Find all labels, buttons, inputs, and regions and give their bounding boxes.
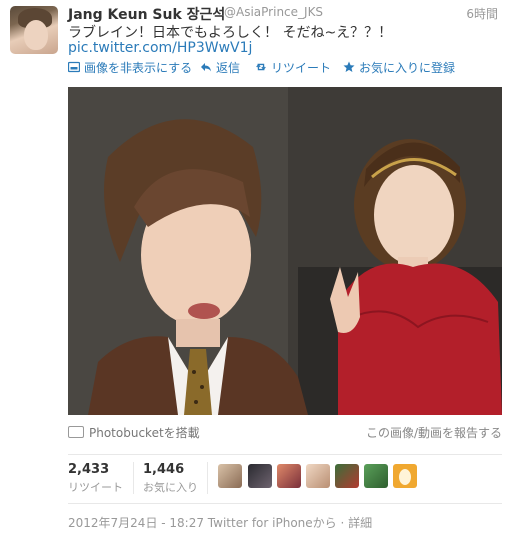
- reply-button[interactable]: 返信: [200, 59, 240, 76]
- tweet-date-source[interactable]: 2012年7月24日 - 18:27 Twitter for iPhoneから: [68, 516, 337, 530]
- reply-icon: [201, 63, 211, 72]
- camera-icon: [68, 426, 84, 438]
- stat-separator: [133, 462, 134, 494]
- favorite-label: お気に入りに登録: [359, 61, 456, 75]
- egg-icon: [399, 469, 411, 485]
- retweeter-avatar-egg[interactable]: [393, 464, 417, 488]
- hide-image-label: 画像を非表示にする: [84, 61, 193, 75]
- user-name[interactable]: Jang Keun Suk 장근석: [68, 4, 225, 24]
- stat-separator: [207, 462, 208, 494]
- photobucket-label: Photobucketを搭載: [89, 426, 200, 440]
- avatar-face: [24, 20, 48, 50]
- tweet-timestamp[interactable]: 6時間: [466, 5, 498, 22]
- favorite-count: 1,446: [143, 462, 185, 477]
- favorite-stat-label: お気に入り: [143, 481, 198, 494]
- tweet: Jang Keun Suk 장근석 @AsiaPrince_JKS 6時間 ラブ…: [0, 0, 510, 541]
- favorite-button[interactable]: お気に入りに登録: [343, 59, 455, 76]
- reply-label: 返信: [216, 61, 241, 75]
- stats-divider-top: [68, 454, 502, 455]
- avatar[interactable]: [10, 6, 58, 54]
- retweeter-avatar[interactable]: [306, 464, 330, 488]
- retweeter-avatar[interactable]: [218, 464, 242, 488]
- retweeter-avatar[interactable]: [248, 464, 272, 488]
- retweet-button[interactable]: リツイート: [255, 59, 331, 76]
- user-handle[interactable]: @AsiaPrince_JKS: [224, 5, 323, 19]
- report-media-link[interactable]: この画像/動画を報告する: [366, 424, 502, 441]
- retweeter-avatar[interactable]: [277, 464, 301, 488]
- stats-divider-bottom: [68, 503, 502, 504]
- retweeter-avatar[interactable]: [364, 464, 388, 488]
- favorite-stat[interactable]: 1,446 お気に入り: [143, 462, 198, 495]
- photo-illustration: [68, 87, 502, 415]
- star-icon: [343, 61, 355, 72]
- tweet-media-link[interactable]: pic.twitter.com/HP3WwV1j: [68, 40, 252, 56]
- tweet-meta: 2012年7月24日 - 18:27 Twitter for iPhoneから …: [68, 516, 373, 530]
- retweet-stat[interactable]: 2,433 リツイート: [68, 462, 123, 495]
- image-icon: [68, 61, 80, 73]
- retweet-stat-label: リツイート: [68, 481, 123, 494]
- photobucket-link[interactable]: Photobucketを搭載: [68, 424, 200, 441]
- retweet-count: 2,433: [68, 462, 110, 477]
- retweeter-avatar[interactable]: [335, 464, 359, 488]
- retweet-icon: [256, 63, 266, 71]
- retweet-label: リツイート: [271, 61, 332, 75]
- tweet-photo[interactable]: [68, 87, 502, 415]
- photo-footer: Photobucketを搭載 この画像/動画を報告する: [68, 424, 502, 440]
- tweet-text: ラブレイン！日本でもよろしく！ そだね~え？？！: [68, 25, 393, 41]
- hide-image-button[interactable]: 画像を非表示にする: [68, 59, 192, 76]
- details-link[interactable]: 詳細: [348, 516, 372, 530]
